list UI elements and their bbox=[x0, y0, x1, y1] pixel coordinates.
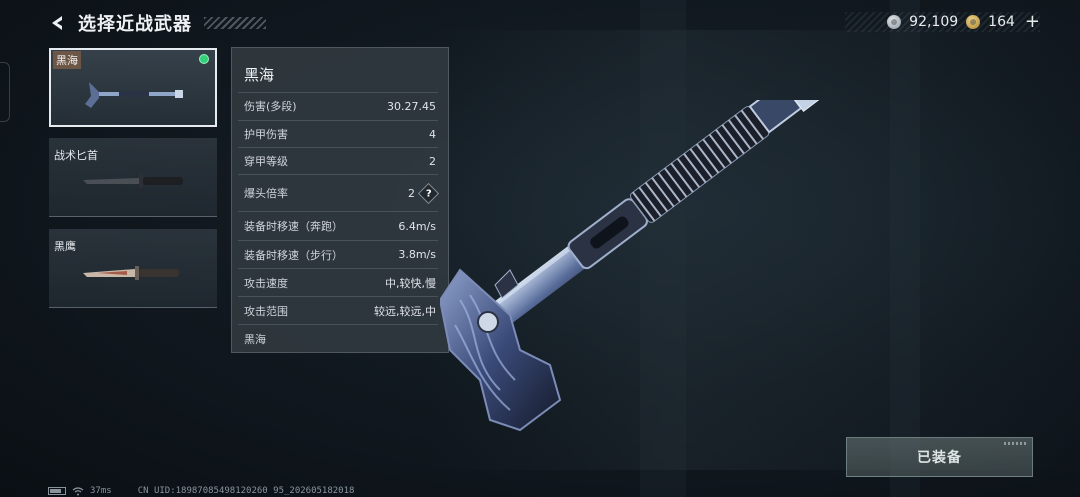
stat-label: 穿甲等级 bbox=[244, 155, 288, 168]
stats-weapon-name: 黑海 bbox=[244, 66, 275, 84]
equipped-button[interactable]: 已装备 bbox=[846, 437, 1033, 477]
tomahawk-thumbnail-icon bbox=[85, 82, 183, 108]
gold-amount: 164 bbox=[988, 14, 1015, 30]
header: 选择近战武器 bbox=[46, 10, 266, 36]
silver-coin-icon bbox=[887, 15, 902, 29]
stat-row-attack-speed: 攻击速度 中,较快,慢 bbox=[238, 268, 438, 296]
weapon-card-label: 战术匕首 bbox=[54, 149, 98, 162]
stat-row-walk-speed: 装备时移速（步行） 3.8m/s bbox=[238, 240, 438, 268]
side-drawer-tab[interactable] bbox=[0, 62, 10, 122]
silver-amount: 92,109 bbox=[909, 14, 959, 30]
ping-text: 37ms bbox=[90, 486, 112, 496]
stat-row-attack-range: 攻击范围 较远,较远,中 bbox=[238, 296, 438, 324]
stat-label: 攻击速度 bbox=[244, 276, 288, 290]
stat-row-penetration-level: 穿甲等级 2 bbox=[238, 147, 438, 174]
stat-value: 4 bbox=[429, 127, 436, 141]
weapon-card-black-eagle[interactable]: 黑鹰 bbox=[49, 229, 217, 308]
weapon-card-tactical-dagger[interactable]: 战术匕首 bbox=[49, 138, 217, 217]
help-icon[interactable]: ? bbox=[417, 182, 440, 204]
status-bar: 37ms CN UID:18987085498120260 95_2026051… bbox=[48, 485, 354, 497]
battery-icon bbox=[48, 487, 66, 495]
stat-label: 攻击范围 bbox=[244, 304, 288, 318]
tomahawk-weapon-icon bbox=[440, 100, 845, 432]
stat-label: 装备时移速（步行） bbox=[244, 248, 343, 262]
stat-row-armor-damage: 护甲伤害 4 bbox=[238, 120, 438, 147]
knife-thumbnail-icon bbox=[83, 266, 179, 280]
stat-row-run-speed: 装备时移速（奔跑） 6.4m/s bbox=[238, 211, 438, 240]
stat-value: 6.4m/s bbox=[398, 219, 436, 233]
stat-value: 30.27.45 bbox=[387, 99, 436, 113]
weapon-card-label: 黑海 bbox=[53, 51, 81, 69]
add-currency-button[interactable]: + bbox=[1025, 13, 1040, 31]
dagger-thumbnail-icon bbox=[83, 174, 183, 188]
stats-skin-name: 黑海 bbox=[238, 324, 438, 347]
back-button[interactable] bbox=[46, 12, 68, 34]
currency-bar: 92,109 164 + bbox=[845, 12, 1040, 32]
wifi-icon bbox=[72, 486, 84, 495]
stat-label: 伤害(多段) bbox=[244, 100, 297, 113]
stat-value-group: 2 ? bbox=[408, 182, 440, 204]
stat-label: 护甲伤害 bbox=[244, 128, 288, 141]
equipped-button-label: 已装备 bbox=[917, 450, 962, 466]
back-arrow-icon bbox=[52, 16, 62, 30]
equipped-indicator bbox=[199, 54, 209, 64]
stat-label: 爆头倍率 bbox=[244, 187, 288, 200]
stat-value: 中,较快,慢 bbox=[385, 276, 436, 290]
weapon-card-heihai[interactable]: 黑海 bbox=[49, 48, 217, 127]
weapon-stats-panel: 黑海 伤害(多段) 30.27.45 护甲伤害 4 穿甲等级 2 爆头倍率 2 … bbox=[231, 47, 449, 353]
stat-value: 3.8m/s bbox=[398, 248, 436, 261]
uid-text: CN UID:18987085498120260 95_202605182018 bbox=[137, 486, 355, 496]
stat-value: 2 bbox=[429, 154, 436, 168]
stat-value: 2 bbox=[408, 186, 415, 200]
title-decoration bbox=[204, 17, 266, 29]
stat-row-damage: 伤害(多段) 30.27.45 bbox=[238, 92, 438, 119]
gold-coin-icon bbox=[966, 15, 981, 29]
weapon-card-label: 黑鹰 bbox=[54, 240, 76, 253]
stat-label: 装备时移速（奔跑） bbox=[244, 220, 343, 233]
page-title: 选择近战武器 bbox=[78, 14, 192, 35]
stat-value: 较远,较远,中 bbox=[374, 304, 436, 318]
stat-row-headshot-multiplier: 爆头倍率 2 ? bbox=[238, 174, 440, 211]
